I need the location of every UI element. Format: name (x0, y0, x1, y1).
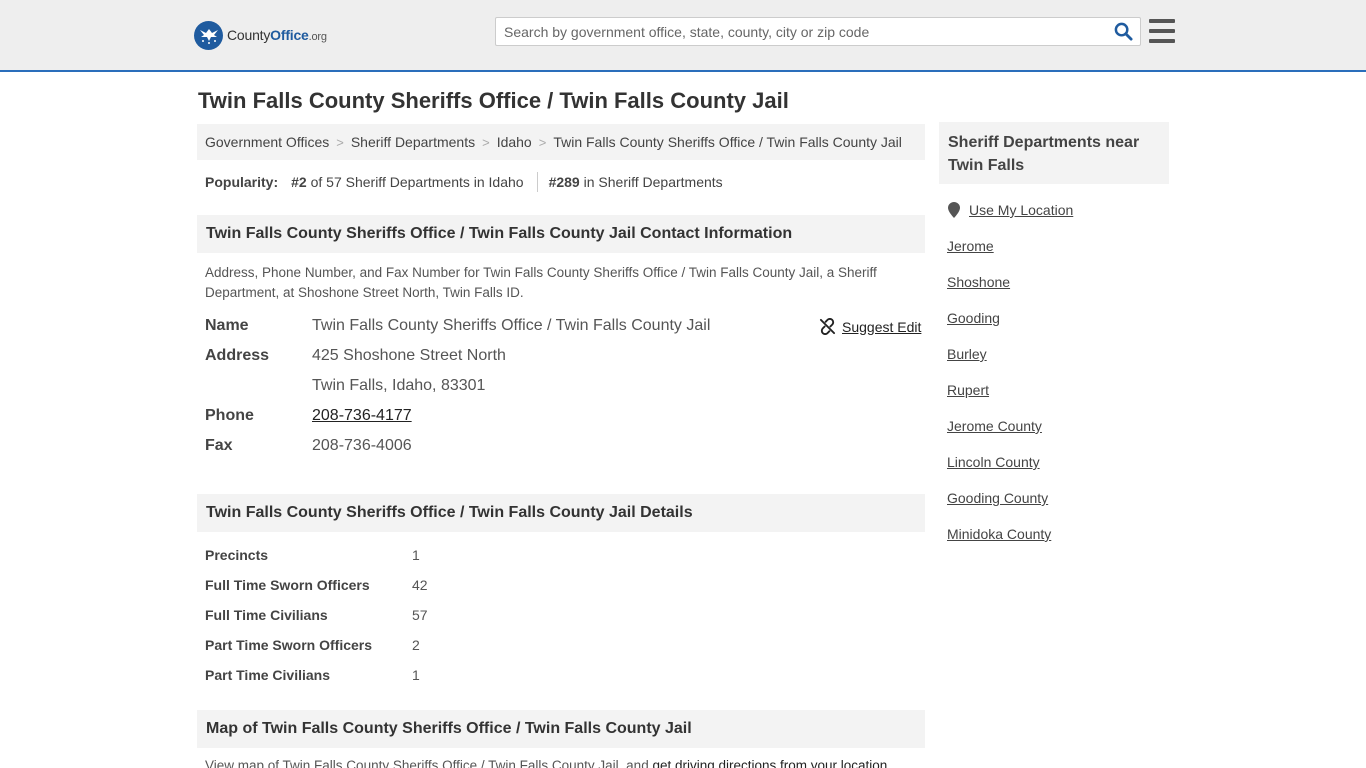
sidebar-link-lincoln-county[interactable]: Lincoln County (947, 454, 1040, 470)
address-line1: 425 Shoshone Street North (312, 347, 506, 364)
detail-row: Full Time Civilians 57 (205, 600, 428, 630)
detail-row: Full Time Sworn Officers 42 (205, 570, 428, 600)
detail-value: 42 (412, 577, 428, 593)
sidebar-link-gooding-county[interactable]: Gooding County (947, 490, 1048, 506)
search-input[interactable] (496, 18, 1106, 45)
use-my-location-link[interactable]: Use My Location (948, 200, 1073, 220)
contact-row-address: Address 425 Shoshone Street North (205, 341, 506, 371)
details-section-header: Twin Falls County Sheriffs Office / Twin… (197, 494, 925, 532)
national-rank: #289 (548, 174, 580, 190)
map-pin-icon (948, 202, 960, 218)
contact-row-address-2: Twin Falls, Idaho, 83301 (205, 371, 485, 401)
eagle-seal-icon (194, 20, 223, 50)
popularity-label: Popularity: (205, 174, 279, 190)
map-description: View map of Twin Falls County Sheriffs O… (205, 758, 887, 768)
search-icon (1114, 22, 1133, 41)
contact-row-name: Name Twin Falls County Sheriffs Office /… (205, 311, 710, 341)
sidebar-link-minidoka-county[interactable]: Minidoka County (947, 526, 1051, 542)
detail-label: Part Time Civilians (205, 667, 331, 683)
contact-row-fax: Fax 208-736-4006 (205, 431, 412, 461)
search-bar (495, 17, 1141, 46)
contact-description: Address, Phone Number, and Fax Number fo… (205, 265, 877, 300)
driving-directions-link[interactable]: get driving directions from your locatio… (652, 758, 887, 768)
search-button[interactable] (1106, 18, 1140, 45)
map-section-header: Map of Twin Falls County Sheriffs Office… (197, 710, 925, 748)
detail-row: Part Time Sworn Officers 2 (205, 630, 420, 660)
sidebar-link-rupert[interactable]: Rupert (947, 382, 989, 398)
detail-value: 57 (412, 607, 428, 623)
fax-label: Fax (205, 437, 233, 454)
phone-link[interactable]: 208-736-4177 (312, 407, 412, 425)
detail-value: 1 (412, 547, 420, 563)
state-rank: #2 (291, 174, 307, 190)
address-label: Address (205, 347, 270, 364)
phone-label: Phone (205, 407, 254, 424)
chevron-right-icon: > (482, 134, 490, 150)
broken-link-icon (819, 318, 836, 335)
sidebar-link-gooding[interactable]: Gooding (947, 310, 1000, 326)
fax-value: 208-736-4006 (312, 437, 412, 454)
name-label: Name (205, 317, 249, 334)
site-logo[interactable]: CountyOffice.org (194, 20, 327, 50)
hamburger-menu-icon[interactable] (1149, 19, 1175, 43)
site-header: CountyOffice.org (0, 0, 1366, 72)
detail-label: Full Time Sworn Officers (205, 577, 370, 593)
chevron-right-icon: > (538, 134, 547, 150)
national-rank-text: in Sheriff Departments (579, 174, 723, 190)
detail-value: 2 (412, 637, 420, 653)
detail-row: Precincts 1 (205, 540, 420, 570)
detail-label: Part Time Sworn Officers (205, 637, 373, 653)
chevron-right-icon: > (336, 134, 344, 150)
contact-section-header: Twin Falls County Sheriffs Office / Twin… (197, 215, 925, 253)
breadcrumb-current[interactable]: Twin Falls County Sheriffs Office / Twin… (553, 134, 902, 150)
sidebar-link-burley[interactable]: Burley (947, 346, 987, 362)
address-line2: Twin Falls, Idaho, 83301 (312, 377, 486, 394)
popularity: Popularity: #2 of 57 Sheriff Departments… (205, 172, 723, 192)
detail-row: Part Time Civilians 1 (205, 660, 420, 690)
detail-value: 1 (412, 667, 420, 683)
breadcrumb-government-offices[interactable]: Government Offices (205, 134, 329, 150)
breadcrumb-sheriff-departments[interactable]: Sheriff Departments (351, 134, 475, 150)
sidebar-link-shoshone[interactable]: Shoshone (947, 274, 1010, 290)
divider (536, 172, 538, 192)
sidebar-header: Sheriff Departments near Twin Falls (939, 122, 1169, 184)
contact-row-phone: Phone 208-736-4177 (205, 401, 412, 431)
detail-label: Precincts (205, 547, 269, 563)
sidebar-link-jerome-county[interactable]: Jerome County (947, 418, 1042, 434)
breadcrumb: Government Offices > Sheriff Departments… (197, 124, 925, 160)
detail-label: Full Time Civilians (205, 607, 328, 623)
suggest-edit-link[interactable]: Suggest Edit (819, 318, 921, 335)
suggest-edit-label: Suggest Edit (842, 318, 922, 335)
name-value: Twin Falls County Sheriffs Office / Twin… (312, 317, 711, 334)
breadcrumb-idaho[interactable]: Idaho (497, 134, 532, 150)
sidebar-link-jerome[interactable]: Jerome (947, 238, 994, 254)
use-my-location-label: Use My Location (969, 202, 1074, 218)
state-rank-text: of 57 Sheriff Departments in Idaho (306, 174, 524, 190)
logo-wordmark: CountyOffice.org (227, 27, 327, 43)
page-title: Twin Falls County Sheriffs Office / Twin… (198, 88, 789, 113)
